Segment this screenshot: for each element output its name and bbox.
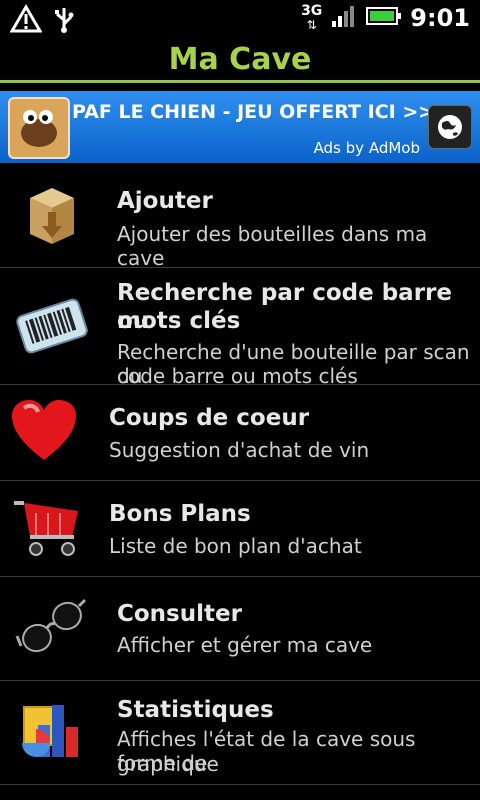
- menu-item-title: Bons Plans: [109, 501, 251, 527]
- network-label: 3G: [301, 3, 323, 19]
- barcode-icon: [14, 288, 90, 364]
- title-divider: [0, 80, 480, 83]
- clock: 9:01: [410, 4, 470, 32]
- ad-thumbnail-icon: [8, 97, 70, 159]
- menu-item-title: Statistiques: [117, 697, 274, 723]
- menu-item-coups-de-coeur[interactable]: Coups de coeur Suggestion d'achat de vin: [0, 385, 480, 481]
- menu-item-description: Ajouter des bouteilles dans ma cave: [117, 222, 428, 270]
- menu-item-consulter[interactable]: Consulter Afficher et gérer ma cave: [0, 577, 480, 681]
- menu-item-title: Ajouter: [117, 188, 213, 214]
- menu-list: Ajouter Ajouter des bouteilles dans ma c…: [0, 163, 480, 785]
- warning-icon: [9, 4, 43, 38]
- menu-item-recherche[interactable]: Recherche par code barre ou mots clés Re…: [0, 268, 480, 388]
- app-title-bar: Ma Cave: [0, 38, 480, 82]
- heart-icon: [6, 393, 82, 469]
- usb-icon: [52, 4, 76, 38]
- ad-banner[interactable]: PAF LE CHIEN - JEU OFFERT ICI >> Ads by …: [0, 91, 480, 163]
- signal-icon: [330, 3, 358, 33]
- menu-item-description: Liste de bon plan d'achat: [109, 534, 362, 558]
- status-left: [9, 4, 76, 38]
- menu-item-statistiques[interactable]: Statistiques Affiches l'état de la cave …: [0, 681, 480, 785]
- ad-provider: Ads by AdMob: [313, 139, 420, 157]
- shopping-cart-icon: [10, 489, 86, 565]
- menu-item-description: Suggestion d'achat de vin: [109, 438, 370, 462]
- box-download-icon: [14, 177, 90, 253]
- menu-item-bons-plans[interactable]: Bons Plans Liste de bon plan d'achat: [0, 481, 480, 577]
- menu-item-description-line2: graphique: [117, 752, 219, 776]
- app-title: Ma Cave: [168, 42, 312, 77]
- menu-item-title: Coups de coeur: [109, 405, 310, 431]
- network-3g-icon: 3G ⇅: [301, 3, 323, 32]
- status-bar: 3G ⇅ 9:01: [0, 0, 480, 38]
- glasses-icon: [14, 589, 90, 665]
- menu-item-ajouter[interactable]: Ajouter Ajouter des bouteilles dans ma c…: [0, 163, 480, 270]
- menu-item-title-line2: mots clés: [117, 308, 241, 334]
- chart-icon: [14, 693, 90, 769]
- menu-item-title: Consulter: [117, 601, 242, 627]
- ad-text: PAF LE CHIEN - JEU OFFERT ICI >>: [72, 101, 435, 123]
- menu-item-description: Afficher et gérer ma cave: [117, 633, 373, 657]
- status-right: 3G ⇅ 9:01: [301, 3, 470, 33]
- globe-icon[interactable]: [428, 105, 472, 149]
- battery-icon: [366, 5, 402, 31]
